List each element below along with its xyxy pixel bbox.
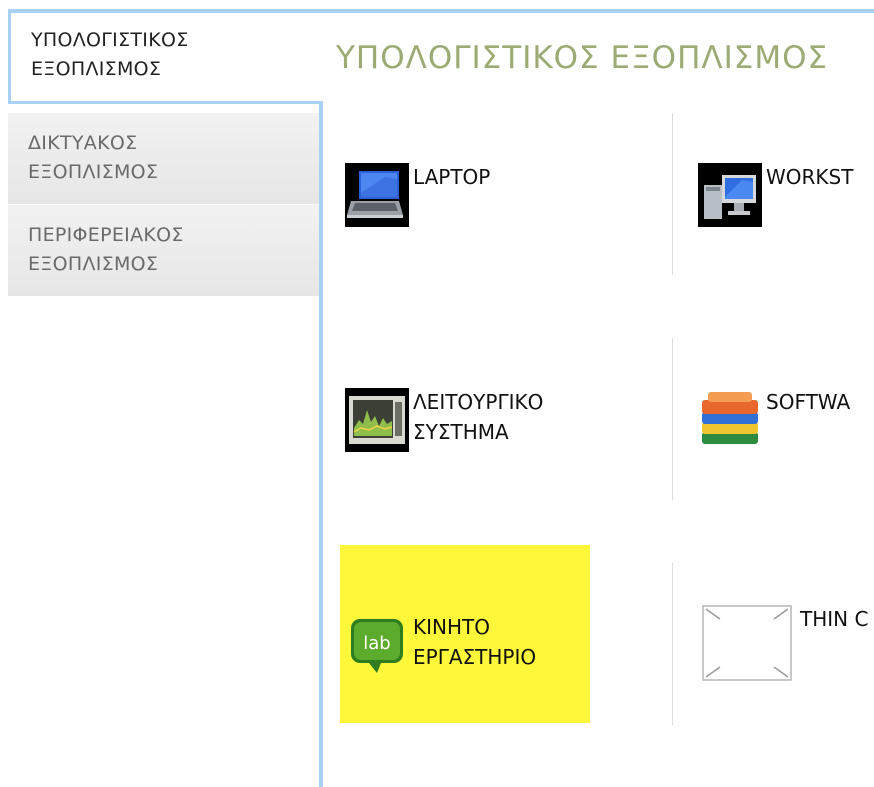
missing-image-icon [702,605,792,681]
sidebar-divider [319,101,323,787]
item-software[interactable]: SOFTWA [698,388,850,452]
item-label: ΕΡΓΑΣΤΗΡΙΟ [413,645,537,669]
svg-text:lab: lab [363,633,390,654]
sidebar-tab-label-line2: ΕΞΟΠΛΙΣΜΟΣ [31,58,162,80]
software-stack-icon [702,392,758,444]
item-label: WORKST [766,165,854,189]
sidebar-tab-label-line2: ΕΞΟΠΛΙΣΜΟΣ [28,253,159,275]
column-divider [672,113,673,275]
lab-icon: lab [351,619,403,673]
item-operating-system[interactable]: ΛΕΙΤΟΥΡΓΙΚΟ ΣΥΣΤΗΜΑ [345,388,543,452]
item-label: LAPTOP [413,165,491,189]
page-title: ΥΠΟΛΟΓΙΣΤΙΚΟΣ ΕΞΟΠΛΙΣΜΟΣ [336,40,829,76]
item-workstation[interactable]: WORKST [698,163,853,227]
item-thin-client[interactable]: THIN C [702,605,868,683]
item-label: ΣΥΣΤΗΜΑ [413,420,509,444]
column-divider [672,338,673,500]
item-label: ΛΕΙΤΟΥΡΓΙΚΟ [413,390,544,414]
item-label: THIN C [800,607,869,631]
item-mobile-lab[interactable]: lab ΚΙΝΗΤΟ ΕΡΓΑΣΤΗΡΙΟ [345,613,536,677]
sidebar-tab-label-line1: ΠΕΡΙΦΕΡΕΙΑΚΟΣ [28,224,184,246]
sidebar-tab-peripheral-equipment[interactable]: ΠΕΡΙΦΕΡΕΙΑΚΟΣ ΕΞΟΠΛΙΣΜΟΣ [8,205,321,296]
item-label: ΚΙΝΗΤΟ [413,615,490,639]
sidebar-tab-network-equipment[interactable]: ΔΙΚΤΥΑΚΟΣ ΕΞΟΠΛΙΣΜΟΣ [8,113,321,204]
column-divider [672,563,673,725]
laptop-icon [345,163,409,227]
item-label: SOFTWA [766,390,851,414]
operating-system-icon [345,388,409,452]
sidebar-tab-label-line1: ΔΙΚΤΥΑΚΟΣ [28,132,138,154]
sidebar-tab-label-line1: ΥΠΟΛΟΓΙΣΤΙΚΟΣ [31,29,189,51]
sidebar-tab-label-line2: ΕΞΟΠΛΙΣΜΟΣ [28,161,159,183]
sidebar-tab-computing-equipment[interactable]: ΥΠΟΛΟΓΙΣΤΙΚΟΣ ΕΞΟΠΛΙΣΜΟΣ [8,13,322,104]
item-laptop[interactable]: LAPTOP [345,163,490,227]
workstation-icon [698,163,762,227]
